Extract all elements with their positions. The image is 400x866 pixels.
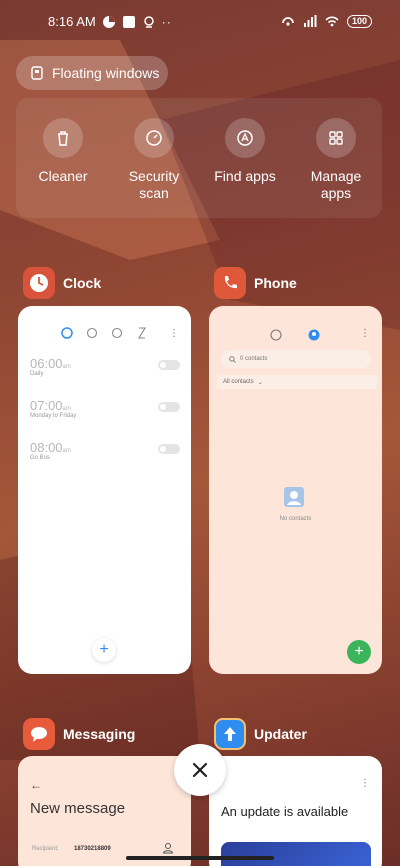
more-icon: ·· (161, 14, 172, 29)
security-scan-button[interactable]: Security scan (114, 118, 194, 202)
updater-app-card[interactable]: ⋮ An update is available (209, 756, 382, 866)
alarm-row[interactable]: 07:00am Monday to Friday (30, 398, 180, 419)
alarm-sub: Go Bus (30, 455, 51, 461)
security-scan-label-2: scan (139, 185, 169, 201)
alarm-time: 08:00 (30, 440, 63, 455)
phone-app-card[interactable]: ⋮ 0 contacts All contacts ⌄ No contacts … (209, 306, 382, 674)
alarm-sub: Daily (30, 371, 44, 377)
alarm-row[interactable]: 08:00am Go Bus (30, 440, 180, 461)
clock-app-label[interactable]: Clock (23, 267, 101, 299)
manage-apps-label-1: Manage (310, 168, 362, 184)
alarm-toggle[interactable] (158, 360, 180, 370)
update-banner (221, 842, 371, 866)
new-message-title: New message (30, 800, 126, 817)
gauge-icon (146, 130, 162, 146)
status-time: 8:16 AM (48, 14, 96, 29)
back-arrow-icon[interactable]: ← (30, 778, 42, 792)
recipient-value: 18730218809 (74, 846, 111, 852)
phone-app-label[interactable]: Phone (214, 267, 297, 299)
floating-windows-label: Floating windows (52, 65, 160, 81)
location-icon (143, 15, 154, 28)
alarm-ampm: am (62, 448, 71, 454)
phone-icon (214, 267, 246, 299)
square-icon (122, 15, 135, 28)
find-apps-button[interactable]: Find apps (205, 118, 285, 185)
updater-app-label[interactable]: Updater (214, 718, 307, 750)
close-icon (192, 762, 208, 778)
alarm-ampm: am (62, 406, 71, 412)
hotspot-icon (282, 17, 294, 26)
add-contact-button[interactable]: + (347, 640, 371, 664)
recipient-label: Recipient: (32, 846, 59, 852)
contacts-search-placeholder: 0 contacts (240, 356, 268, 362)
notification-icon (102, 15, 115, 28)
clock-tabs (61, 327, 146, 339)
updater-app-name: Updater (254, 726, 307, 742)
search-icon (229, 355, 236, 363)
manage-apps-button[interactable]: Manage apps (296, 118, 376, 202)
filter-chevron-icon: ⌄ (257, 379, 263, 386)
grid-icon (329, 131, 343, 145)
updater-icon (214, 718, 246, 750)
alarm-time: 06:00 (30, 356, 63, 371)
status-bar: 8:16 AM ·· 100 (0, 0, 400, 44)
wifi-icon (325, 16, 339, 27)
close-all-button[interactable] (174, 744, 226, 796)
clock-app-card[interactable]: ⋮ 06:00am Daily 07:00am Monday to Friday… (18, 306, 191, 674)
no-contacts-text: No contacts (279, 516, 312, 522)
alarm-toggle[interactable] (158, 402, 180, 412)
phone-more-icon[interactable]: ⋮ (360, 328, 370, 339)
cleaner-label: Cleaner (38, 168, 88, 184)
contacts-filter[interactable]: All contacts ⌄ (217, 375, 377, 389)
manage-apps-label-2: apps (320, 185, 352, 201)
floating-windows-button[interactable]: Floating windows (16, 56, 168, 90)
updater-more-icon[interactable]: ⋮ (360, 778, 370, 789)
alarm-toggle[interactable] (158, 444, 180, 454)
no-contacts-icon (284, 487, 304, 507)
battery-icon: 100 (346, 14, 372, 28)
update-available-title: An update is available (221, 804, 349, 819)
find-apps-label: Find apps (214, 168, 276, 184)
alarm-time: 07:00 (30, 398, 63, 413)
signal-icon (303, 15, 317, 27)
alarm-ampm: am (62, 364, 71, 370)
messaging-app-card[interactable]: ← New message Recipient: 18730218809 (18, 756, 191, 866)
contacts-search[interactable]: 0 contacts (221, 350, 371, 368)
floating-window-icon (31, 66, 43, 80)
phone-tabs (270, 329, 320, 341)
search-apps-icon (237, 130, 253, 146)
messaging-app-name: Messaging (63, 726, 136, 742)
contact-picker-icon[interactable] (162, 842, 174, 854)
clock-icon (23, 267, 55, 299)
clock-more-icon[interactable]: ⋮ (169, 328, 179, 339)
trash-icon (58, 131, 68, 146)
phone-app-name: Phone (254, 275, 297, 291)
alarm-row[interactable]: 06:00am Daily (30, 356, 180, 377)
messaging-app-label[interactable]: Messaging (23, 718, 135, 750)
security-scan-label-1: Security (128, 168, 180, 184)
messaging-icon (23, 718, 55, 750)
contacts-filter-label: All contacts (223, 379, 254, 385)
alarm-sub: Monday to Friday (30, 413, 77, 419)
add-alarm-button[interactable]: + (92, 638, 116, 662)
home-indicator[interactable] (126, 856, 274, 860)
clock-app-name: Clock (63, 275, 102, 291)
quick-actions-panel: Cleaner Security scan Find apps Manage a… (16, 98, 382, 218)
cleaner-button[interactable]: Cleaner (23, 118, 103, 185)
